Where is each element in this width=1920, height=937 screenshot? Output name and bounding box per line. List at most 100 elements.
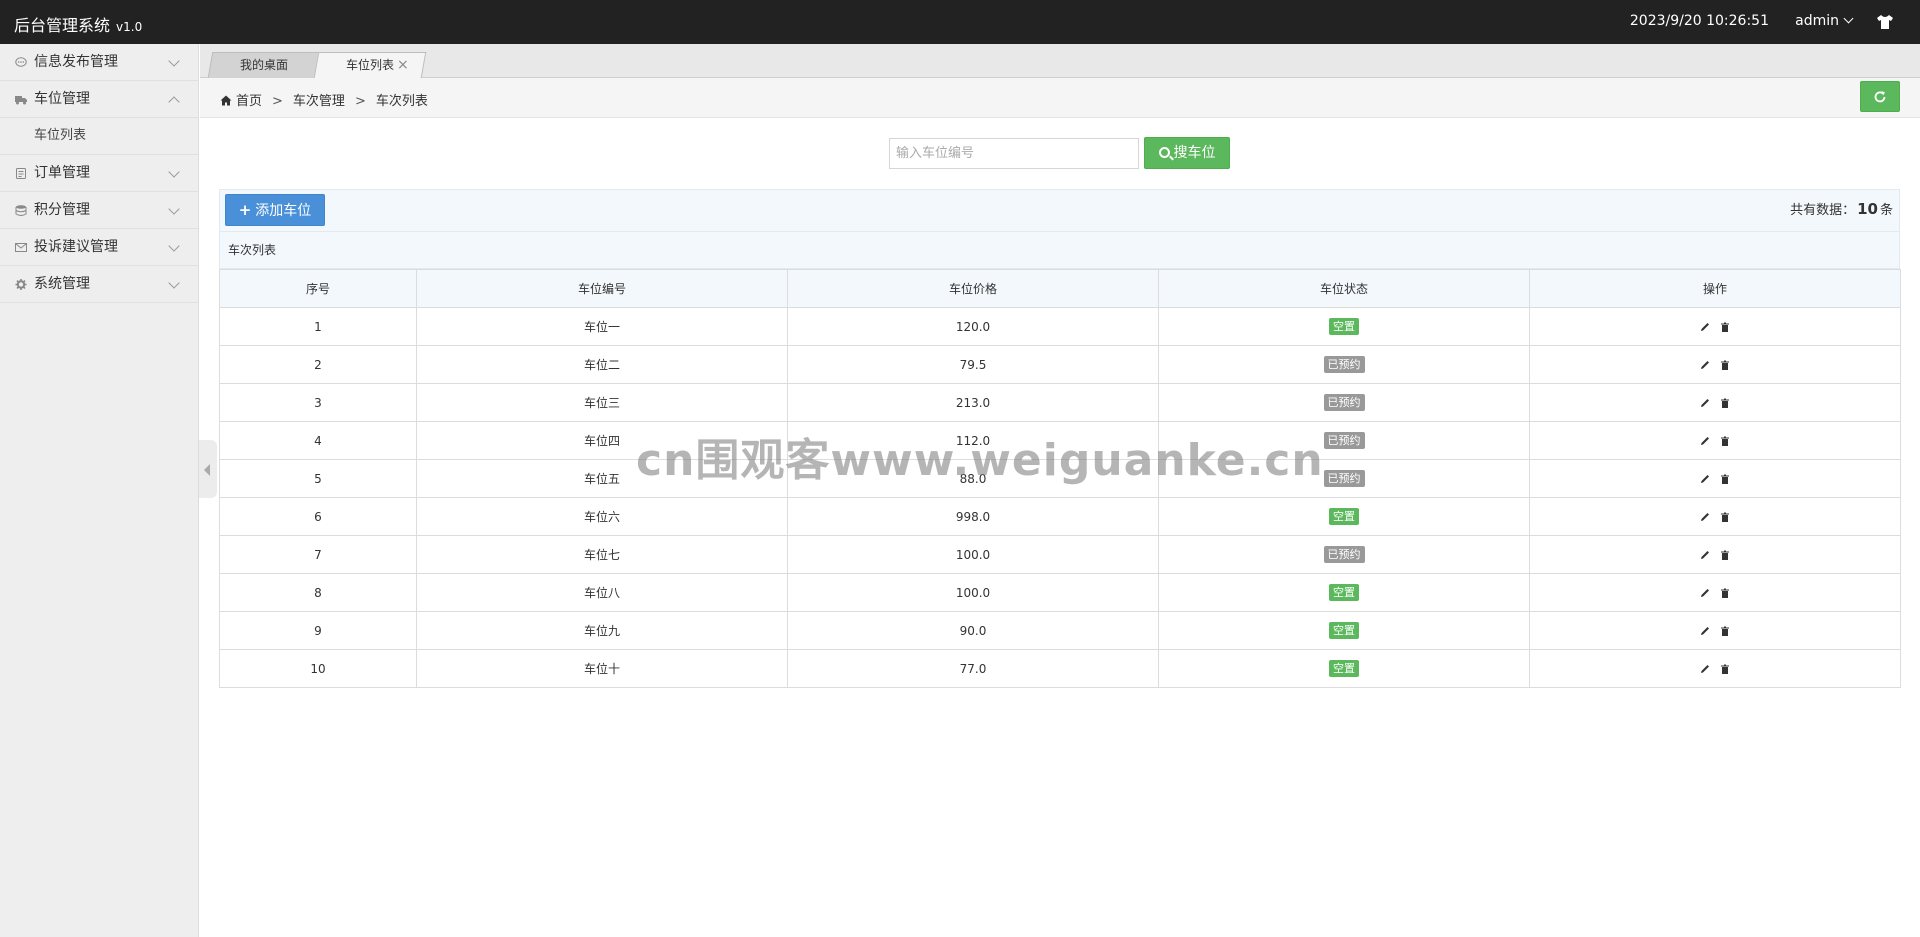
status-badge: 已预约 bbox=[1323, 546, 1365, 563]
chevron-down-icon bbox=[168, 55, 180, 67]
home-icon bbox=[220, 95, 232, 106]
parking-table: 序号 车位编号 车位价格 车位状态 操作 1 车位一 120.0 空置 2 车位二 79.5… bbox=[219, 269, 1901, 688]
cell-code: 车位一 bbox=[416, 307, 788, 346]
tab-label: 车位列表 bbox=[345, 58, 394, 72]
edit-icon[interactable] bbox=[1700, 664, 1710, 674]
cell-status: 空置 bbox=[1158, 573, 1530, 612]
cell-actions bbox=[1529, 345, 1901, 384]
cell-code: 车位八 bbox=[416, 573, 788, 612]
trash-icon[interactable] bbox=[1720, 398, 1730, 408]
trash-icon[interactable] bbox=[1720, 436, 1730, 446]
trash-icon[interactable] bbox=[1720, 626, 1730, 636]
chevron-down-icon bbox=[1843, 13, 1854, 24]
status-badge: 空置 bbox=[1329, 508, 1359, 525]
trash-icon[interactable] bbox=[1720, 474, 1730, 484]
table-row: 7 车位七 100.0 已预约 bbox=[219, 535, 1901, 574]
cell-actions bbox=[1529, 573, 1901, 612]
refresh-button[interactable] bbox=[1860, 81, 1900, 112]
cell-no: 8 bbox=[219, 573, 417, 612]
cell-code: 车位六 bbox=[416, 497, 788, 536]
cell-status: 已预约 bbox=[1158, 383, 1530, 422]
cell-price: 90.0 bbox=[787, 611, 1159, 650]
sidebar-item-points[interactable]: 积分管理 bbox=[0, 192, 198, 229]
edit-icon[interactable] bbox=[1700, 550, 1710, 560]
tshirt-icon[interactable] bbox=[1876, 14, 1894, 30]
trash-icon[interactable] bbox=[1720, 322, 1730, 332]
sidebar-item-complaints[interactable]: 投诉建议管理 bbox=[0, 229, 198, 266]
trash-icon[interactable] bbox=[1720, 588, 1730, 598]
edit-icon[interactable] bbox=[1700, 474, 1710, 484]
edit-icon[interactable] bbox=[1700, 322, 1710, 332]
sidebar-item-label: 系统管理 bbox=[34, 276, 90, 292]
cell-price: 100.0 bbox=[787, 573, 1159, 612]
close-icon[interactable]: × bbox=[397, 53, 409, 77]
breadcrumb-level2: 车次列表 bbox=[375, 94, 428, 109]
cell-actions bbox=[1529, 649, 1901, 688]
cell-price: 88.0 bbox=[787, 459, 1159, 498]
chevron-down-icon bbox=[168, 203, 180, 215]
trash-icon[interactable] bbox=[1720, 360, 1730, 370]
trash-icon[interactable] bbox=[1720, 512, 1730, 522]
search-input[interactable] bbox=[889, 138, 1139, 169]
truck-icon bbox=[15, 96, 27, 105]
table-header-row: 序号 车位编号 车位价格 车位状态 操作 bbox=[219, 269, 1901, 308]
status-badge: 空置 bbox=[1329, 660, 1359, 677]
cell-status: 空置 bbox=[1158, 649, 1530, 688]
sidebar-collapse-handle[interactable] bbox=[199, 440, 217, 498]
cell-actions bbox=[1529, 307, 1901, 346]
app-title-text: 后台管理系统 bbox=[14, 16, 111, 35]
sidebar-item-orders[interactable]: 订单管理 bbox=[0, 155, 198, 192]
chevron-down-icon bbox=[168, 277, 180, 289]
app-title: 后台管理系统 v1.0 bbox=[14, 12, 142, 36]
sidebar-item-label: 订单管理 bbox=[34, 165, 90, 181]
trash-icon[interactable] bbox=[1720, 664, 1730, 674]
cell-no: 2 bbox=[219, 345, 417, 384]
parking-table-panel: 车次列表 序号 车位编号 车位价格 车位状态 操作 1 车位一 120.0 空置 2 车位… bbox=[219, 232, 1901, 688]
tab-parking-list[interactable]: 车位列表 × bbox=[313, 52, 427, 78]
count-prefix: 共有数据： bbox=[1790, 203, 1856, 218]
table-toolbar: + 添加车位 共有数据： 10 条 bbox=[219, 189, 1900, 232]
status-badge: 已预约 bbox=[1323, 394, 1365, 411]
sidebar-item-info-publish[interactable]: 信息发布管理 bbox=[0, 44, 198, 81]
edit-icon[interactable] bbox=[1700, 512, 1710, 522]
edit-icon[interactable] bbox=[1700, 588, 1710, 598]
sidebar: 信息发布管理 车位管理 车位列表 订单管理 积分管理 投诉建议管理 系统管理 bbox=[0, 44, 199, 937]
sidebar-item-system[interactable]: 系统管理 bbox=[0, 266, 198, 303]
cell-price: 77.0 bbox=[787, 649, 1159, 688]
cell-status: 已预约 bbox=[1158, 535, 1530, 574]
table-row: 8 车位八 100.0 空置 bbox=[219, 573, 1901, 612]
column-header: 车位价格 bbox=[787, 269, 1159, 308]
user-menu[interactable]: admin bbox=[1795, 13, 1854, 29]
tab-my-desktop[interactable]: 我的桌面 bbox=[207, 52, 321, 78]
chevron-down-icon bbox=[168, 166, 180, 178]
trash-icon[interactable] bbox=[1720, 550, 1730, 560]
add-button-label: 添加车位 bbox=[255, 203, 312, 219]
chevron-down-icon bbox=[168, 240, 180, 252]
tab-bar: 我的桌面 车位列表 × bbox=[200, 44, 1920, 78]
edit-icon[interactable] bbox=[1700, 360, 1710, 370]
edit-icon[interactable] bbox=[1700, 398, 1710, 408]
cell-code: 车位四 bbox=[416, 421, 788, 460]
add-parking-button[interactable]: + 添加车位 bbox=[225, 194, 325, 226]
cell-price: 213.0 bbox=[787, 383, 1159, 422]
breadcrumb-home[interactable]: 首页 bbox=[236, 94, 262, 109]
status-badge: 空置 bbox=[1329, 622, 1359, 639]
cell-no: 10 bbox=[219, 649, 417, 688]
edit-icon[interactable] bbox=[1700, 626, 1710, 636]
search-button[interactable]: 搜车位 bbox=[1144, 137, 1230, 169]
cell-status: 已预约 bbox=[1158, 345, 1530, 384]
breadcrumb-separator: > bbox=[272, 94, 283, 109]
table-row: 1 车位一 120.0 空置 bbox=[219, 307, 1901, 346]
sidebar-subitem-parking-list[interactable]: 车位列表 bbox=[0, 118, 198, 155]
breadcrumb-bar: 首页 > 车次管理 > 车次列表 bbox=[200, 78, 1920, 118]
cell-status: 已预约 bbox=[1158, 421, 1530, 460]
column-header: 操作 bbox=[1529, 269, 1901, 308]
cell-status: 空置 bbox=[1158, 497, 1530, 536]
cell-actions bbox=[1529, 421, 1901, 460]
cell-no: 7 bbox=[219, 535, 417, 574]
table-row: 3 车位三 213.0 已预约 bbox=[219, 383, 1901, 422]
cell-no: 1 bbox=[219, 307, 417, 346]
sidebar-item-parking[interactable]: 车位管理 bbox=[0, 81, 198, 118]
edit-icon[interactable] bbox=[1700, 436, 1710, 446]
breadcrumb-level1[interactable]: 车次管理 bbox=[293, 94, 345, 109]
